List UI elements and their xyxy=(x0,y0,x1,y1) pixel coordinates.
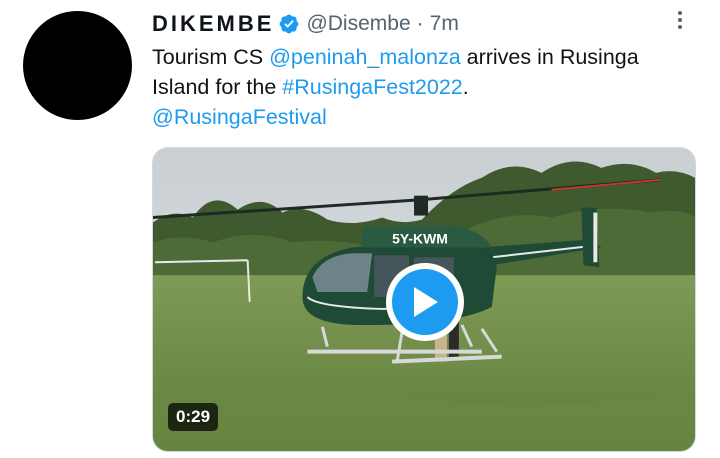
more-vertical-icon[interactable] xyxy=(672,6,688,34)
registration-text: 5Y-KWM xyxy=(392,230,448,246)
video-duration: 0:29 xyxy=(168,403,219,431)
hashtag-link[interactable]: #RusingaFest2022 xyxy=(282,75,462,99)
display-name[interactable]: DIKEMBE xyxy=(152,11,274,37)
mention-link[interactable]: @RusingaFestival xyxy=(152,105,327,129)
tweet-text-part: . xyxy=(462,75,469,99)
tweet-text: Tourism CS @peninah_malonza arrives in R… xyxy=(152,42,702,132)
tweet-header: DIKEMBE @Disembe · 7m xyxy=(152,9,459,39)
user-handle[interactable]: @Disembe xyxy=(306,12,410,36)
tweet-text-part: Tourism CS xyxy=(152,45,270,69)
play-button[interactable] xyxy=(386,263,464,341)
timestamp[interactable]: 7m xyxy=(430,12,459,36)
play-icon xyxy=(392,269,458,335)
separator-dot: · xyxy=(416,12,424,35)
avatar[interactable] xyxy=(23,11,132,120)
mention-link[interactable]: @peninah_malonza xyxy=(269,45,461,69)
verified-badge-icon xyxy=(278,13,300,35)
video-player[interactable]: 5Y-KWM 0:29 xyxy=(152,147,696,452)
